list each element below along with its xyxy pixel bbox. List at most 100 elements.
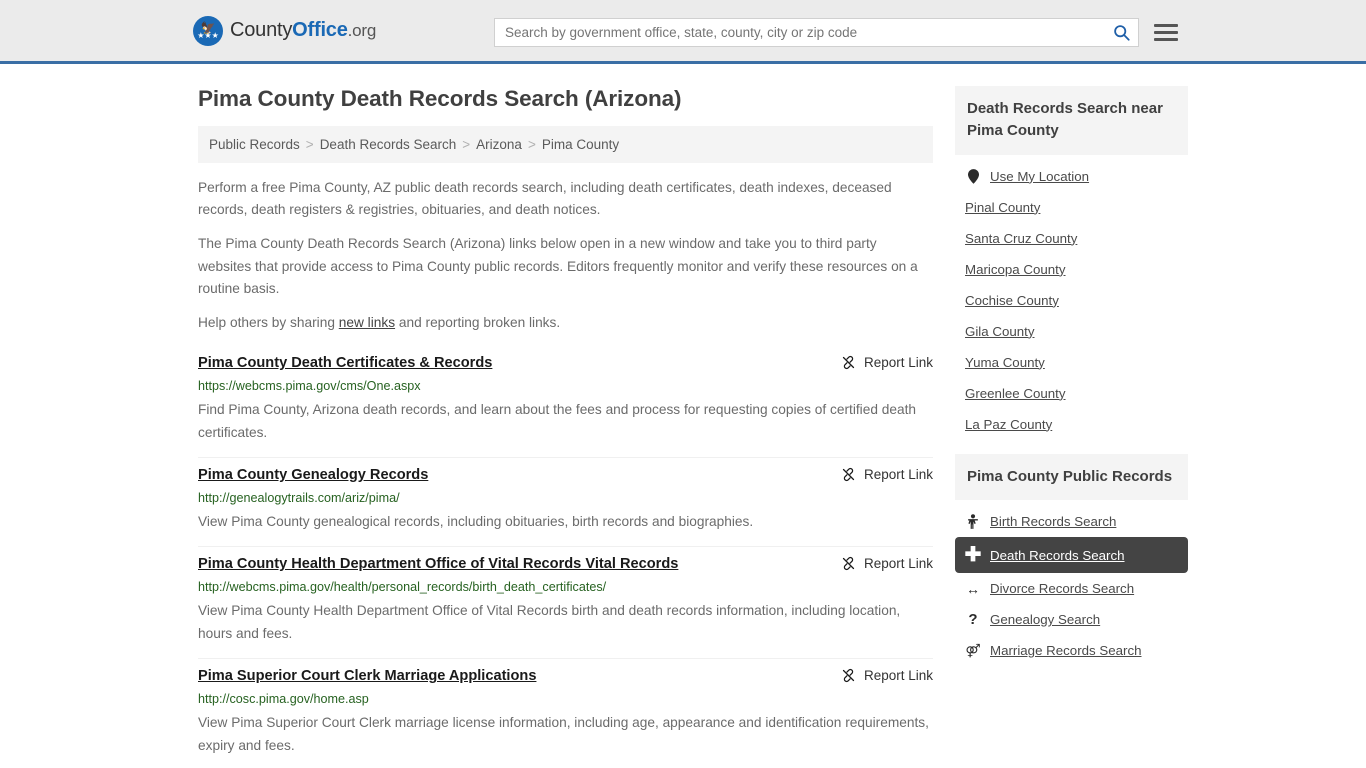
sidebar-nearby-list: Use My Location Pinal County Santa Cruz … [955,155,1188,440]
sidebar-nearby-label[interactable]: Pinal County [965,200,1040,215]
page-title: Pima County Death Records Search (Arizon… [198,86,682,111]
result-description: View Pima County genealogical records, i… [198,514,754,530]
report-link-button[interactable]: Report Link [841,666,933,683]
sidebar-nearby-label[interactable]: Cochise County [965,293,1059,308]
breadcrumb-item-death-records-search[interactable]: Death Records Search [320,137,457,152]
logo-text-county: County [230,19,293,41]
sidebar-item-maricopa-county[interactable]: Maricopa County [955,254,1188,285]
main-content: Pima County Death Records Search (Arizon… [198,86,933,768]
result-url[interactable]: http://webcms.pima.gov/health/personal_r… [198,579,933,597]
sidebar-public-records-label[interactable]: Divorce Records Search [990,581,1134,596]
sidebar-public-records-label[interactable]: Genealogy Search [990,612,1100,627]
broken-link-icon [842,356,855,370]
sidebar-nearby-title: Death Records Search near Pima County [955,86,1188,155]
report-link-label: Report Link [863,355,933,371]
report-link-label: Report Link [863,556,933,572]
hamburger-menu-icon[interactable] [1154,24,1178,41]
broken-link-icon [842,468,855,482]
sidebar-nearby-label[interactable]: Gila County [965,324,1034,339]
result-description: Find Pima County, Arizona death records,… [198,402,917,441]
breadcrumb-item-pima-county[interactable]: Pima County [542,137,619,152]
sidebar-item-genealogy-search[interactable]: ? Genealogy Search [955,604,1188,635]
result-description: View Pima Superior Court Clerk marriage … [198,715,929,754]
eagle-stars-emblem-icon: 🦅 ★★★ [193,15,223,46]
breadcrumb-separator: > [462,137,471,152]
intro-paragraph-3: Help others by sharing new links and rep… [198,312,933,334]
result-item: Pima County Health Department Office of … [198,547,933,660]
baby-icon [965,514,981,530]
result-description: View Pima County Health Department Offic… [198,603,901,642]
sidebar-item-death-records-search[interactable]: ✚ Death Records Search [955,537,1188,574]
report-link-label: Report Link [863,668,933,684]
sidebar-item-marriage-records-search[interactable]: ⚤ Marriage Records Search [955,635,1188,666]
intro-p3-before: Help others by sharing [198,314,339,330]
sidebar-item-birth-records-search[interactable]: Birth Records Search [955,506,1188,537]
logo-wordmark: CountyOffice.org [230,19,376,42]
report-link-label: Report Link [863,467,933,483]
search-input[interactable] [505,25,1112,40]
result-title-link[interactable]: Pima County Health Department Office of … [198,554,678,574]
site-logo[interactable]: 🦅 ★★★ CountyOffice.org [193,15,376,46]
sidebar-item-la-paz-county[interactable]: La Paz County [955,409,1188,440]
result-item: Pima County Genealogy Records Report Lin… [198,458,933,548]
result-url[interactable]: http://genealogytrails.com/ariz/pima/ [198,490,933,508]
result-title-link[interactable]: Pima Superior Court Clerk Marriage Appli… [198,666,536,686]
report-link-button[interactable]: Report Link [841,465,933,482]
breadcrumb-separator: > [527,137,536,152]
breadcrumb-separator: > [305,137,314,152]
sidebar-public-records-label[interactable]: Death Records Search [990,548,1125,563]
result-item: Pima County Death Certificates & Records… [198,346,933,459]
header-search-area [494,18,1178,47]
search-box[interactable] [494,18,1139,47]
result-title-link[interactable]: Pima County Genealogy Records [198,465,428,485]
broken-link-icon [842,557,855,571]
gender-symbols-icon: ⚤ [965,643,981,659]
sidebar-public-records-title: Pima County Public Records [955,453,1188,501]
sidebar-section-nearby: Death Records Search near Pima County Us… [955,86,1188,440]
logo-text-org: .org [347,21,377,40]
sidebar-nearby-label[interactable]: Use My Location [990,169,1089,184]
result-url[interactable]: http://cosc.pima.gov/home.asp [198,691,933,709]
question-mark-icon: ? [968,611,978,629]
sidebar-item-use-my-location[interactable]: Use My Location [955,161,1188,192]
map-pin-icon [965,168,981,184]
result-item: Pima Superior Court Clerk Marriage Appli… [198,659,933,768]
report-link-button[interactable]: Report Link [841,353,933,370]
sidebar-item-gila-county[interactable]: Gila County [955,316,1188,347]
breadcrumb: Public Records > Death Records Search > … [198,126,933,163]
broken-link-icon [842,669,855,683]
result-title-link[interactable]: Pima County Death Certificates & Records [198,353,492,373]
sidebar-nearby-label[interactable]: Maricopa County [965,262,1066,277]
sidebar-nearby-label[interactable]: La Paz County [965,417,1052,432]
sidebar-nearby-label[interactable]: Yuma County [965,355,1045,370]
search-icon[interactable] [1112,24,1130,42]
breadcrumb-item-arizona[interactable]: Arizona [476,137,522,152]
sidebar-public-records-label[interactable]: Marriage Records Search [990,643,1142,658]
intro-p3-after: and reporting broken links. [395,314,561,330]
intro-paragraph-1: Perform a free Pima County, AZ public de… [198,180,892,218]
logo-text-office: Office [292,19,348,41]
report-link-button[interactable]: Report Link [841,554,933,571]
sidebar-item-divorce-records-search[interactable]: ↔ Divorce Records Search [955,573,1188,604]
sidebar-section-public-records: Pima County Public Records Birth Records… [955,453,1188,667]
intro-text: Perform a free Pima County, AZ public de… [198,177,933,334]
breadcrumb-item-public-records[interactable]: Public Records [209,137,300,152]
sidebar-item-greenlee-county[interactable]: Greenlee County [955,378,1188,409]
result-list: Pima County Death Certificates & Records… [198,346,933,768]
sidebar-public-records-list: Birth Records Search ✚ Death Records Sea… [955,500,1188,666]
sidebar-item-cochise-county[interactable]: Cochise County [955,285,1188,316]
sidebar-item-pinal-county[interactable]: Pinal County [955,192,1188,223]
sidebar-nearby-label[interactable]: Santa Cruz County [965,231,1077,246]
sidebar-item-yuma-county[interactable]: Yuma County [955,347,1188,378]
left-right-arrow-icon: ↔ [966,580,980,597]
result-url[interactable]: https://webcms.pima.gov/cms/One.aspx [198,378,933,396]
sidebar: Death Records Search near Pima County Us… [955,86,1188,768]
intro-paragraph-2: The Pima County Death Records Search (Ar… [198,236,918,296]
site-header: 🦅 ★★★ CountyOffice.org [0,0,1366,64]
sidebar-item-santa-cruz-county[interactable]: Santa Cruz County [955,223,1188,254]
page-body: Pima County Death Records Search (Arizon… [0,64,1366,768]
sidebar-nearby-label[interactable]: Greenlee County [965,386,1066,401]
sidebar-public-records-label[interactable]: Birth Records Search [990,514,1116,529]
new-links-link[interactable]: new links [339,315,395,330]
cross-icon: ✚ [964,544,982,567]
